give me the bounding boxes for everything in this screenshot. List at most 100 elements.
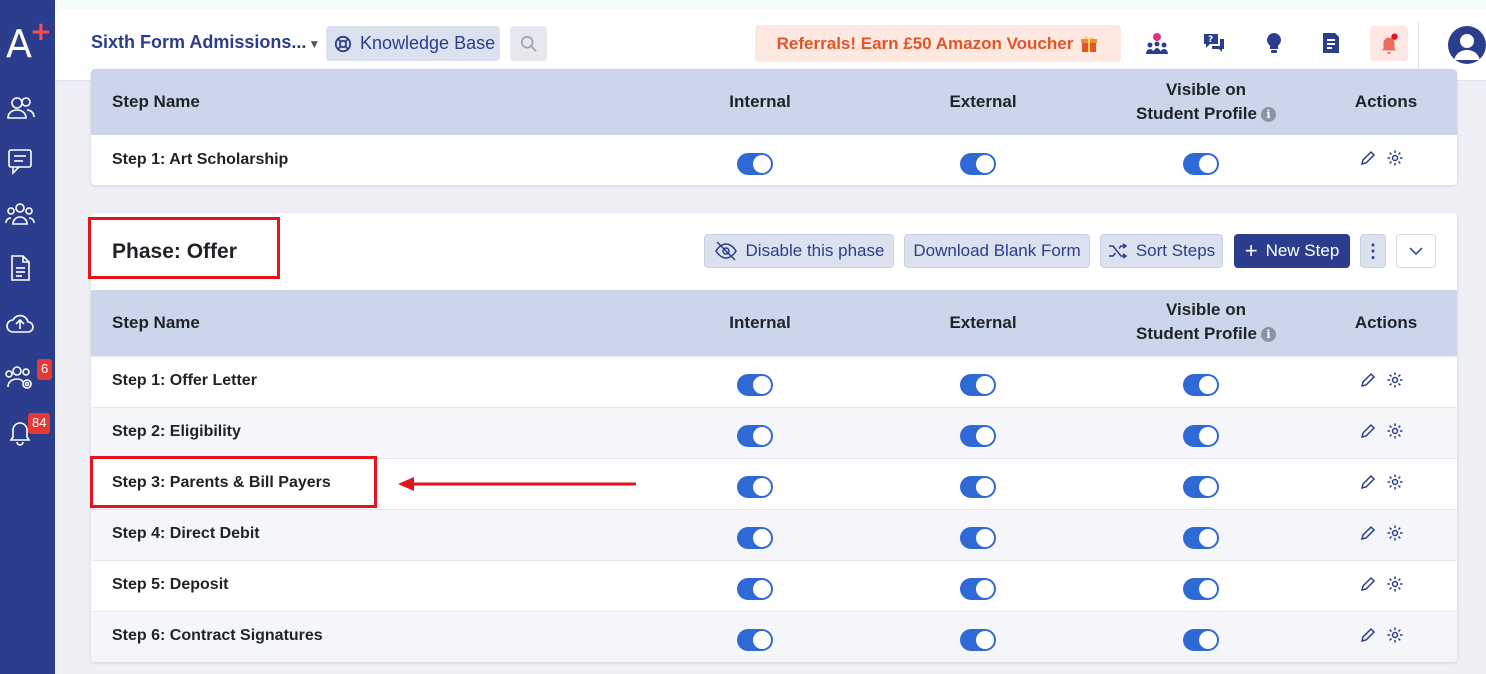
external-toggle[interactable] — [960, 153, 996, 175]
community-icon[interactable] — [1142, 28, 1172, 58]
internal-toggle[interactable] — [737, 374, 773, 396]
visible-toggle[interactable] — [1183, 629, 1219, 651]
header-divider — [1418, 22, 1419, 76]
offer-phase-card: Phase: Offer Disable this phase Download… — [91, 213, 1457, 662]
contacts-icon[interactable] — [4, 92, 36, 124]
new-step-label: New Step — [1265, 241, 1340, 260]
external-toggle[interactable] — [960, 476, 996, 498]
visible-toggle[interactable] — [1183, 476, 1219, 498]
col-visible-line2: Student Profile — [1136, 104, 1257, 123]
knowledge-base-label: Knowledge Base — [360, 33, 496, 53]
download-blank-form-button[interactable]: Download Blank Form — [904, 234, 1090, 268]
settings-button[interactable] — [1386, 626, 1404, 644]
shuffle-icon — [1108, 243, 1128, 259]
gear-icon — [1387, 474, 1403, 490]
edit-button[interactable] — [1359, 524, 1377, 542]
edit-button[interactable] — [1359, 626, 1377, 644]
col-visible-line2-wrap: Student Profile i — [1111, 102, 1301, 126]
edit-button[interactable] — [1359, 473, 1377, 491]
external-toggle[interactable] — [960, 578, 996, 600]
collapse-phase-button[interactable] — [1396, 234, 1436, 268]
col-step-name: Step Name — [112, 313, 200, 332]
external-toggle[interactable] — [960, 629, 996, 651]
kebab-icon: ⋮ — [1364, 241, 1382, 261]
settings-button[interactable] — [1386, 149, 1404, 167]
more-options-button[interactable]: ⋮ — [1360, 234, 1386, 268]
visible-toggle[interactable] — [1183, 153, 1219, 175]
pencil-icon — [1360, 627, 1376, 643]
internal-toggle[interactable] — [737, 153, 773, 175]
edit-button[interactable] — [1359, 422, 1377, 440]
notes-icon[interactable] — [1316, 28, 1346, 58]
gear-icon — [1387, 525, 1403, 541]
internal-toggle[interactable] — [737, 425, 773, 447]
col-visible-line2-wrap: Student Profile i — [1111, 322, 1301, 346]
settings-button[interactable] — [1386, 524, 1404, 542]
lightbulb-icon[interactable] — [1259, 28, 1289, 58]
plus-icon: + — [1244, 238, 1258, 263]
table-row: Step 1: Offer Letter — [91, 356, 1457, 407]
user-icon — [1454, 34, 1480, 60]
gear-icon — [1387, 372, 1403, 388]
gear-icon — [1387, 150, 1403, 166]
info-icon[interactable]: i — [1260, 107, 1276, 123]
external-toggle[interactable] — [960, 527, 996, 549]
new-step-button[interactable]: + New Step — [1234, 234, 1350, 268]
table-header: Step Name Internal External Visible on S… — [91, 69, 1457, 135]
sort-steps-button[interactable]: Sort Steps — [1100, 234, 1223, 268]
col-actions: Actions — [1354, 92, 1418, 111]
app-logo[interactable]: A + — [6, 17, 52, 66]
step-name: Step 1: Art Scholarship — [112, 151, 289, 168]
visible-toggle[interactable] — [1183, 425, 1219, 447]
previous-phase-card: Step Name Internal External Visible on S… — [91, 69, 1457, 185]
knowledge-base-button[interactable]: Knowledge Base — [326, 26, 500, 61]
document-icon[interactable] — [4, 252, 36, 284]
col-visible-line2: Student Profile — [1136, 324, 1257, 343]
edit-button[interactable] — [1359, 575, 1377, 593]
settings-button[interactable] — [1386, 371, 1404, 389]
cloud-upload-icon[interactable] — [4, 307, 36, 339]
visible-toggle[interactable] — [1183, 578, 1219, 600]
visible-toggle[interactable] — [1183, 527, 1219, 549]
edit-button[interactable] — [1359, 371, 1377, 389]
notifications-button[interactable] — [1370, 26, 1408, 61]
school-selector[interactable]: Sixth Form Admissions... ▼ — [91, 32, 320, 53]
gear-icon — [1387, 627, 1403, 643]
chevron-down-icon — [1409, 247, 1423, 256]
download-blank-form-label: Download Blank Form — [913, 241, 1081, 260]
users-settings-badge: 6 — [37, 359, 53, 380]
settings-button[interactable] — [1386, 473, 1404, 491]
internal-toggle[interactable] — [737, 527, 773, 549]
info-icon[interactable]: i — [1260, 327, 1276, 343]
internal-toggle[interactable] — [737, 629, 773, 651]
step-name: Step 4: Direct Debit — [112, 525, 260, 542]
help-chat-icon[interactable]: ? — [1199, 28, 1229, 58]
user-avatar[interactable] — [1448, 26, 1486, 64]
table-row: Step 6: Contract Signatures — [91, 611, 1457, 662]
messages-icon[interactable] — [4, 145, 36, 177]
disable-phase-button[interactable]: Disable this phase — [704, 234, 894, 268]
visible-toggle[interactable] — [1183, 374, 1219, 396]
annotation-arrow — [398, 477, 636, 491]
col-external: External — [949, 313, 1017, 332]
search-button[interactable] — [510, 26, 547, 61]
step-name: Step 6: Contract Signatures — [112, 627, 323, 644]
top-strip — [55, 0, 1486, 10]
internal-toggle[interactable] — [737, 476, 773, 498]
settings-button[interactable] — [1386, 422, 1404, 440]
settings-button[interactable] — [1386, 575, 1404, 593]
edit-button[interactable] — [1359, 149, 1377, 167]
step-name: Step 1: Offer Letter — [112, 372, 257, 389]
pencil-icon — [1360, 423, 1376, 439]
disable-phase-label: Disable this phase — [745, 241, 885, 260]
internal-toggle[interactable] — [737, 578, 773, 600]
table-row: Step 1: Art Scholarship — [91, 134, 1457, 185]
referral-banner[interactable]: Referrals! Earn £50 Amazon Voucher — [755, 25, 1121, 62]
external-toggle[interactable] — [960, 425, 996, 447]
gift-icon — [1081, 36, 1098, 52]
groups-icon[interactable] — [4, 198, 36, 230]
external-toggle[interactable] — [960, 374, 996, 396]
users-settings-icon[interactable] — [4, 361, 36, 393]
table-header: Step Name Internal External Visible on S… — [91, 290, 1457, 356]
col-internal: Internal — [729, 92, 791, 111]
